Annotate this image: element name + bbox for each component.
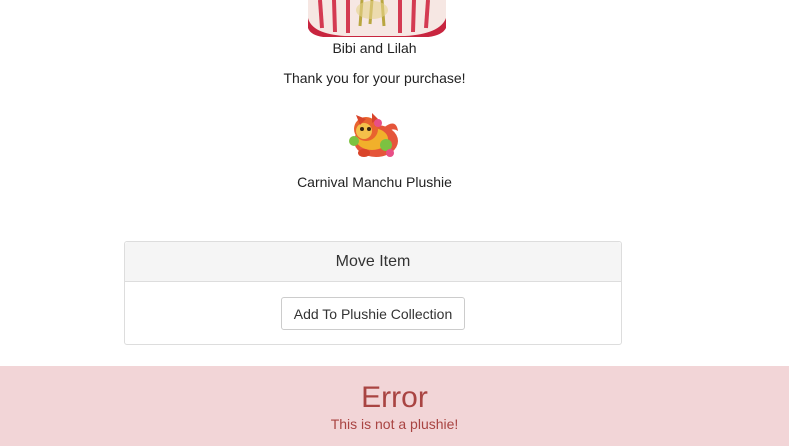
- panel-title: Move Item: [125, 242, 621, 282]
- move-item-panel: Move Item Add To Plushie Collection: [124, 241, 622, 345]
- panel-body: Add To Plushie Collection: [125, 282, 621, 330]
- purchase-page: Bibi and Lilah Thank you for your purcha…: [0, 0, 789, 446]
- shopkeeper-image: [308, 0, 446, 37]
- thank-you-message: Thank you for your purchase!: [283, 70, 466, 86]
- shopkeeper-name: Bibi and Lilah: [332, 40, 417, 56]
- item-name: Carnival Manchu Plushie: [297, 174, 452, 190]
- error-message: This is not a plushie!: [330, 416, 459, 432]
- error-banner: Error This is not a plushie!: [0, 366, 789, 446]
- error-title: Error: [361, 381, 428, 414]
- add-to-plushie-collection-button[interactable]: Add To Plushie Collection: [280, 297, 466, 330]
- plushie-image: [349, 113, 398, 157]
